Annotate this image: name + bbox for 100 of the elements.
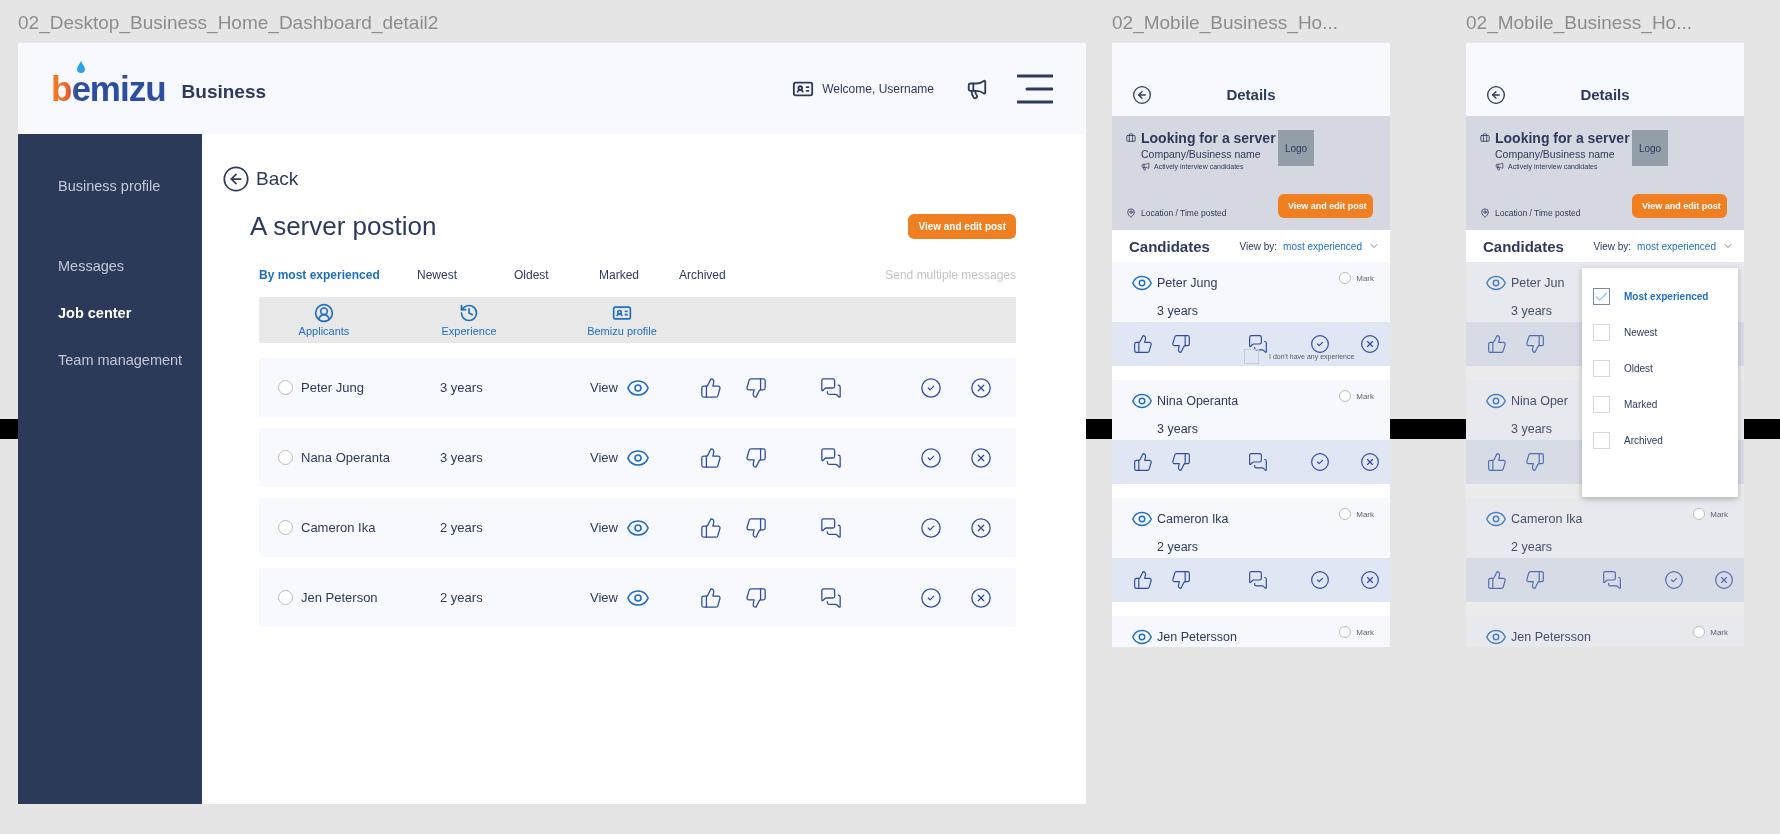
radio-button[interactable] [1339,508,1352,520]
menu-option[interactable]: Most experienced [1624,291,1709,302]
menu-option[interactable]: Newest [1624,327,1658,338]
radio-button[interactable] [1339,626,1352,638]
view-link[interactable]: View [590,590,618,605]
chat-icon[interactable] [820,376,842,399]
sidebar-item[interactable]: Job center [58,303,132,323]
filter-tab[interactable]: Marked [599,268,639,282]
candidate-name: Peter Jung [1157,276,1218,290]
check-circle-icon[interactable] [920,446,942,469]
menu-option[interactable]: Oldest [1624,363,1653,374]
check-circle-icon[interactable] [920,516,942,539]
experience-text: 3 years [1157,422,1198,436]
close-circle-icon[interactable] [1360,452,1380,472]
filter-tab[interactable]: Newest [417,268,457,282]
menu-option[interactable]: Marked [1624,399,1658,410]
radio-button[interactable] [278,590,293,605]
thumbs-down-icon[interactable] [745,446,767,469]
check-circle-icon[interactable] [1664,570,1684,590]
post-title: Looking for a server [1495,130,1630,146]
company-name: Company/Business name [1141,148,1262,160]
check-circle-icon[interactable] [920,376,942,399]
back-icon[interactable] [1486,84,1506,105]
back-icon[interactable] [1132,84,1152,105]
thumbs-up-icon[interactable] [1487,334,1507,354]
thumbs-up-icon[interactable] [700,516,722,539]
experience-text: 3 years [1511,304,1552,318]
radio-button[interactable] [1339,390,1352,402]
candidate-name: Nina Oper [1511,394,1568,408]
radio-button[interactable] [1693,626,1706,638]
chat-icon[interactable] [1602,570,1622,590]
candidate-name: Cameron Ika [1157,512,1229,526]
radio-button[interactable] [278,520,293,535]
thumbs-down-icon[interactable] [745,516,767,539]
radio-button[interactable] [1339,272,1352,284]
filter-tab[interactable]: Archived [679,268,726,282]
screen-title: Details [1225,86,1277,103]
radio-button[interactable] [278,450,293,465]
thumbs-up-icon[interactable] [1133,334,1153,354]
thumbs-up-icon[interactable] [700,376,722,399]
close-circle-icon[interactable] [1360,570,1380,590]
chat-icon[interactable] [820,586,842,609]
filter-tab[interactable]: By most experienced [259,268,380,282]
view-link[interactable]: View [590,450,618,465]
back-link[interactable]: Back [222,165,299,193]
radio-button[interactable] [1693,508,1706,520]
chat-icon[interactable] [1248,452,1268,472]
chat-icon[interactable] [1248,334,1268,354]
applicant-name: Jen Peterson [301,590,378,605]
menu-option[interactable]: Archived [1624,435,1663,446]
sidebar-item[interactable]: Messages [58,256,125,276]
megaphone-icon [1495,162,1504,171]
thumbs-down-icon[interactable] [1525,570,1545,590]
close-circle-icon[interactable] [970,516,992,539]
sort-dropdown[interactable]: most experienced [1637,240,1734,252]
close-circle-icon[interactable] [970,376,992,399]
id-card-icon [612,303,632,323]
thumbs-up-icon[interactable] [1133,452,1153,472]
experience-cell-text: 2 years [440,520,484,535]
chat-icon[interactable] [820,516,842,539]
thumbs-down-icon[interactable] [1171,570,1191,590]
close-circle-icon[interactable] [1714,570,1734,590]
close-circle-icon[interactable] [970,586,992,609]
menu-icon[interactable] [1017,73,1053,104]
check-circle-icon[interactable] [1310,334,1330,354]
view-by-label: View by: [1239,240,1278,252]
thumbs-down-icon[interactable] [1525,452,1545,472]
view-link[interactable]: View [590,380,618,395]
mark-label: Mark [1356,509,1374,519]
thumbs-down-icon[interactable] [1171,452,1191,472]
megaphone-icon [1141,162,1150,171]
logo-text: Logo [1284,142,1308,154]
drop-icon [77,61,85,73]
thumbs-up-icon[interactable] [1487,452,1507,472]
thumbs-up-icon[interactable] [700,446,722,469]
thumbs-down-icon[interactable] [745,376,767,399]
checkbox[interactable] [1593,288,1610,305]
sort-dropdown[interactable]: most experienced [1283,240,1380,252]
thumbs-up-icon[interactable] [1487,570,1507,590]
check-circle-icon[interactable] [920,586,942,609]
thumbs-up-icon[interactable] [700,586,722,609]
company-name: Company/Business name [1495,148,1616,160]
check-circle-icon[interactable] [1310,570,1330,590]
close-circle-icon[interactable] [970,446,992,469]
back-icon[interactable] [222,165,250,193]
chat-icon[interactable] [820,446,842,469]
filter-tab[interactable]: Oldest [514,268,549,282]
check-circle-icon[interactable] [1310,452,1330,472]
thumbs-down-icon[interactable] [1171,334,1191,354]
sidebar-item[interactable]: Team management [58,350,183,370]
radio-button[interactable] [278,380,293,395]
close-circle-icon[interactable] [1360,334,1380,354]
view-link[interactable]: View [590,520,618,535]
thumbs-down-icon[interactable] [1525,334,1545,354]
sidebar-item[interactable]: Business profile [58,176,161,196]
megaphone-icon[interactable] [966,77,988,100]
chat-icon[interactable] [1248,570,1268,590]
thumbs-up-icon[interactable] [1133,570,1153,590]
thumbs-down-icon[interactable] [745,586,767,609]
checkbox[interactable] [1244,349,1259,364]
